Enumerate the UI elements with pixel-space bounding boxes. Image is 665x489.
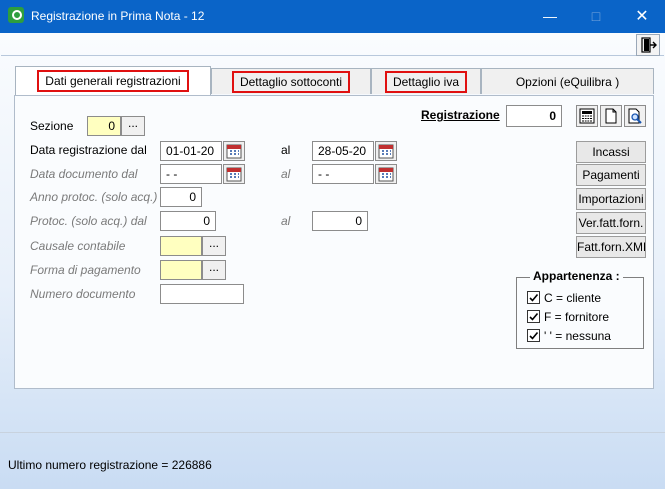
nessuna-checkbox[interactable] bbox=[527, 329, 540, 342]
new-document-icon bbox=[605, 108, 617, 124]
forma-pagamento-label: Forma di pagamento bbox=[30, 263, 141, 277]
data-registrazione-from-input[interactable]: 01-01-20 bbox=[160, 141, 222, 161]
appartenenza-title: Appartenenza : bbox=[530, 269, 623, 283]
fornitore-label: F = fornitore bbox=[544, 310, 610, 324]
ver-fatt-forn-button[interactable]: Ver.fatt.forn. bbox=[576, 212, 646, 234]
data-registrazione-al-label: al bbox=[281, 143, 291, 157]
close-button[interactable]: ✕ bbox=[619, 0, 665, 33]
calculator-icon bbox=[579, 108, 595, 124]
pagamenti-button[interactable]: Pagamenti bbox=[576, 164, 646, 186]
sezione-lookup-button[interactable]: ... bbox=[121, 116, 145, 136]
registrazione-input[interactable]: 0 bbox=[506, 105, 562, 127]
minimize-button[interactable]: — bbox=[527, 0, 573, 33]
tab-label: Dettaglio iva bbox=[384, 71, 468, 93]
calculator-button[interactable] bbox=[576, 105, 598, 127]
anno-protocollo-input[interactable]: 0 bbox=[160, 187, 202, 207]
search-document-button[interactable] bbox=[624, 105, 646, 127]
calendar-icon bbox=[226, 167, 242, 182]
calendar-icon bbox=[226, 144, 242, 159]
tab-dettaglio-sottoconti[interactable]: Dettaglio sottoconti bbox=[211, 68, 371, 94]
new-document-button[interactable] bbox=[600, 105, 622, 127]
fornitore-checkbox[interactable] bbox=[527, 310, 540, 323]
numero-documento-label: Numero documento bbox=[30, 287, 136, 301]
causale-contabile-input[interactable] bbox=[160, 236, 202, 256]
calendar-button[interactable] bbox=[223, 164, 245, 184]
status-text: Ultimo numero registrazione = 226886 bbox=[8, 458, 212, 472]
protocollo-al-label: al bbox=[281, 214, 291, 228]
checkmark-icon bbox=[529, 312, 539, 321]
app-icon bbox=[8, 7, 24, 23]
cliente-label: C = cliente bbox=[544, 291, 602, 305]
data-registrazione-label: Data registrazione dal bbox=[30, 143, 147, 157]
maximize-button: □ bbox=[591, 8, 601, 24]
sezione-label: Sezione bbox=[30, 119, 74, 133]
data-documento-al-label: al bbox=[281, 167, 291, 181]
data-documento-to-input[interactable]: - - bbox=[312, 164, 374, 184]
search-document-icon bbox=[628, 108, 642, 124]
forma-pagamento-input[interactable] bbox=[160, 260, 202, 280]
data-documento-from-input[interactable]: - - bbox=[160, 164, 222, 184]
incassi-button[interactable]: Incassi bbox=[576, 141, 646, 163]
calendar-button[interactable] bbox=[375, 164, 397, 184]
importazioni-button[interactable]: Importazioni bbox=[576, 188, 646, 210]
protocollo-from-input[interactable]: 0 bbox=[160, 211, 216, 231]
causale-lookup-button[interactable]: ... bbox=[202, 236, 226, 256]
numero-documento-input[interactable] bbox=[160, 284, 244, 304]
exit-door-icon bbox=[641, 37, 657, 53]
exit-button[interactable] bbox=[636, 34, 660, 56]
registrazione-label: Registrazione bbox=[421, 108, 500, 122]
anno-protocollo-label: Anno protoc. (solo acq.) bbox=[30, 190, 158, 204]
tab-dettaglio-iva[interactable]: Dettaglio iva bbox=[371, 68, 481, 94]
protocollo-label: Protoc. (solo acq.) dal bbox=[30, 214, 147, 228]
forma-pagamento-lookup-button[interactable]: ... bbox=[202, 260, 226, 280]
tab-label: Dettaglio sottoconti bbox=[231, 71, 351, 93]
calendar-button[interactable] bbox=[375, 141, 397, 161]
checkmark-icon bbox=[529, 293, 539, 302]
tab-label: Opzioni (eQuilibra ) bbox=[515, 75, 620, 89]
tab-opzioni[interactable]: Opzioni (eQuilibra ) bbox=[481, 68, 654, 94]
tab-label: Dati generali registrazioni bbox=[37, 70, 189, 92]
nessuna-label: ' ' = nessuna bbox=[544, 329, 611, 343]
fatt-forn-xml-button[interactable]: Fatt.forn.XML bbox=[576, 236, 646, 258]
data-registrazione-to-input[interactable]: 28-05-20 bbox=[312, 141, 374, 161]
causale-contabile-label: Causale contabile bbox=[30, 239, 126, 253]
tab-dati-generali[interactable]: Dati generali registrazioni bbox=[15, 66, 211, 96]
cliente-checkbox[interactable] bbox=[527, 291, 540, 304]
calendar-icon bbox=[378, 144, 394, 159]
data-documento-label: Data documento dal bbox=[30, 167, 138, 181]
protocollo-to-input[interactable]: 0 bbox=[312, 211, 368, 231]
calendar-icon bbox=[378, 167, 394, 182]
checkmark-icon bbox=[529, 331, 539, 340]
status-divider bbox=[0, 432, 665, 433]
toolbar-divider bbox=[1, 55, 664, 56]
sezione-input[interactable]: 0 bbox=[87, 116, 121, 136]
calendar-button[interactable] bbox=[223, 141, 245, 161]
window-title: Registrazione in Prima Nota - 12 bbox=[31, 9, 205, 23]
